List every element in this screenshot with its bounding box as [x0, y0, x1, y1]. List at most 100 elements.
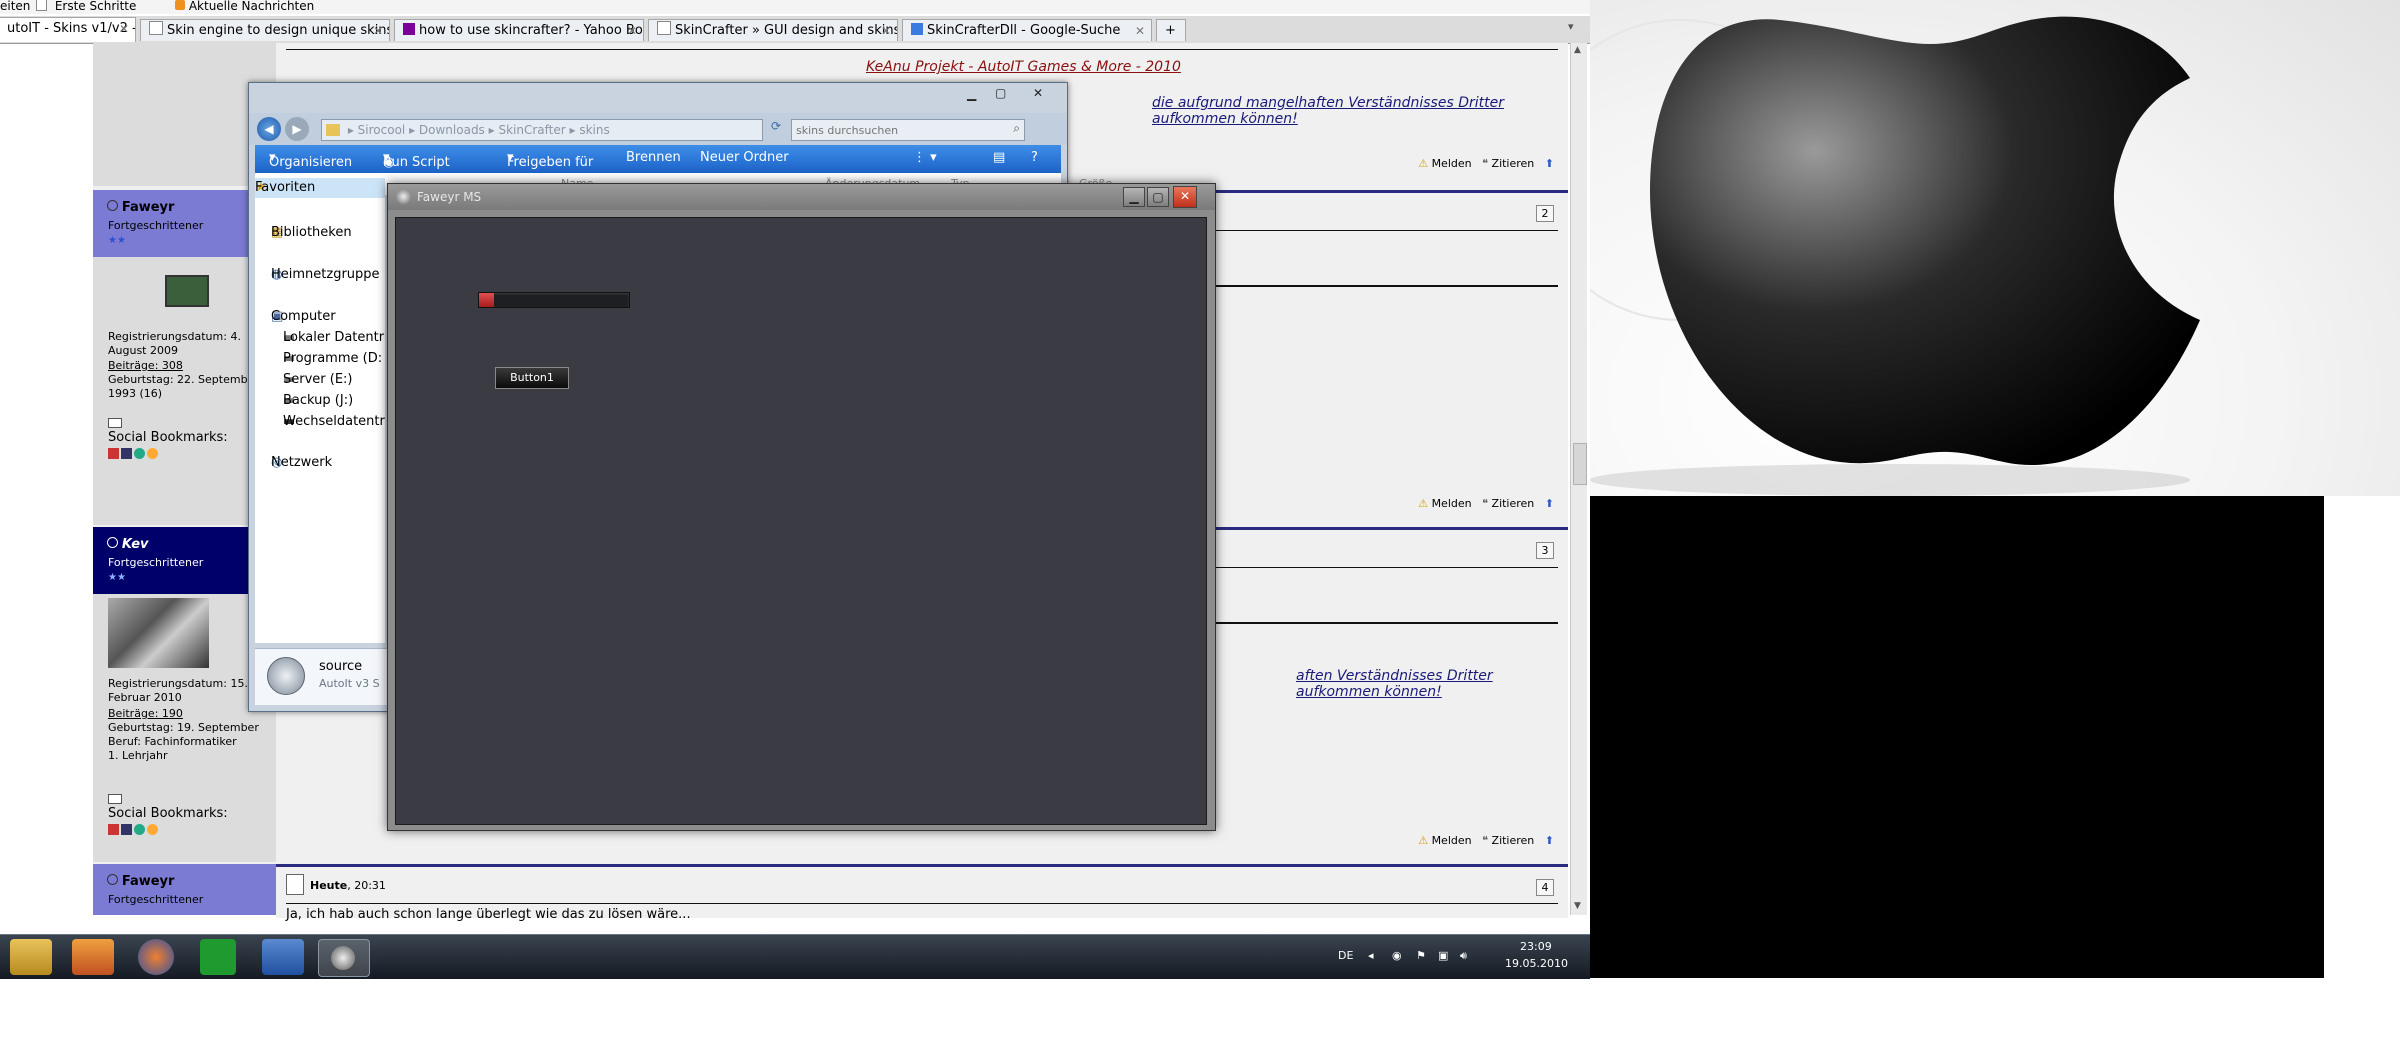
warning-icon: ⚠ — [1418, 157, 1429, 170]
view-options-icon[interactable]: ⋮ ▾ — [913, 150, 937, 165]
nav-favorites[interactable]: ★ Favoriten — [255, 178, 385, 198]
user-rank: Fortgeschrittener — [108, 219, 204, 232]
network-tray-icon[interactable]: ▣ — [1438, 949, 1448, 962]
social-bookmarks-icons[interactable] — [108, 824, 158, 838]
maximize-icon[interactable]: ▢ — [995, 86, 1006, 100]
user-name[interactable]: Faweyr — [107, 200, 174, 215]
quote-button[interactable]: Zitieren — [1492, 834, 1535, 847]
back-icon[interactable]: ◀ — [257, 117, 281, 141]
help-icon[interactable]: ? — [1031, 150, 1038, 165]
tab-list-arrow-icon[interactable]: ▾ — [1568, 20, 1584, 38]
close-icon[interactable]: ✕ — [1033, 86, 1043, 100]
search-box[interactable]: ⌕ — [791, 119, 1025, 141]
page-scrollbar[interactable]: ▲ ▼ — [1570, 43, 1587, 915]
mail-icon[interactable] — [108, 794, 122, 804]
breadcrumb-item[interactable]: Downloads — [419, 123, 485, 137]
post-count-link[interactable]: Beiträge: 190 — [108, 707, 183, 721]
report-button[interactable]: Melden — [1432, 834, 1472, 847]
flag-icon[interactable]: ⚑ — [1416, 949, 1426, 962]
social-bookmarks-icons[interactable] — [108, 448, 158, 462]
tab-autoit-skins[interactable]: utoIT - Skins v1/v2 - ...✕ — [0, 17, 136, 42]
media-player-icon[interactable] — [72, 939, 114, 975]
scroll-top-icon[interactable]: ⬆ — [1545, 497, 1554, 510]
firefox-icon[interactable] — [138, 939, 174, 975]
app-titlebar[interactable]: Faweyr MS ▁ ▢ ✕ — [388, 184, 1215, 210]
app-client-area: Button1 — [395, 217, 1207, 825]
breadcrumb-item[interactable]: SkinCrafter — [498, 123, 565, 137]
user-header: Faweyr Fortgeschrittener — [93, 864, 276, 915]
organize-button[interactable]: Organisieren ▾ — [269, 150, 352, 170]
project-link[interactable]: KeAnu Projekt - AutoIT Games & More - 20… — [866, 59, 1181, 75]
address-bar[interactable]: ▸ Sirocool ▸ Downloads ▸ SkinCrafter ▸ s… — [321, 119, 763, 141]
search-input[interactable] — [794, 121, 998, 139]
refresh-icon[interactable]: ⟳ — [766, 119, 786, 139]
user-name[interactable]: Faweyr — [107, 874, 174, 889]
breadcrumb: ▸ Sirocool ▸ Downloads ▸ SkinCrafter ▸ s… — [347, 123, 610, 137]
post-number[interactable]: 3 — [1536, 542, 1554, 559]
bookmark-item-first-steps[interactable]: Erste Schritte — [36, 0, 136, 13]
button1[interactable]: Button1 — [495, 367, 569, 389]
user-name[interactable]: Kev — [107, 537, 148, 552]
maximize-button[interactable]: ▢ — [1147, 187, 1169, 207]
preview-pane-icon[interactable]: ▤ — [993, 150, 1005, 165]
volume-icon[interactable]: 🔊︎ — [1460, 949, 1467, 963]
run-script-button[interactable]: ◉ Run Script ▾ — [383, 150, 450, 170]
scroll-top-icon[interactable]: ⬆ — [1545, 834, 1554, 847]
divider — [286, 903, 1558, 904]
post-number[interactable]: 4 — [1536, 879, 1554, 896]
clock-time[interactable]: 23:09 — [1520, 940, 1552, 953]
scroll-up-icon[interactable]: ▲ — [1574, 45, 1581, 55]
close-tab-icon[interactable]: ✕ — [627, 20, 637, 41]
desktop-background — [1590, 496, 2324, 978]
tab-skin-engine[interactable]: Skin engine to design unique skins... ✕ — [140, 19, 390, 41]
utorrent-icon[interactable] — [200, 939, 236, 975]
new-tab-button[interactable]: + — [1156, 19, 1186, 41]
mail-icon[interactable] — [108, 418, 122, 428]
minimize-icon: ▁ — [1129, 190, 1139, 204]
language-indicator[interactable]: DE — [1338, 949, 1353, 962]
tab-skincrafter[interactable]: SkinCrafter » GUI design and skins... ✕ — [648, 19, 898, 41]
post-count-link[interactable]: Beiträge: 308 — [108, 359, 183, 373]
new-folder-button[interactable]: Neuer Ordner — [700, 150, 789, 165]
report-button[interactable]: Melden — [1432, 497, 1472, 510]
quote-button[interactable]: Zitieren — [1492, 157, 1535, 170]
scroll-top-icon[interactable]: ⬆ — [1545, 157, 1554, 170]
report-button[interactable]: Melden — [1432, 157, 1472, 170]
maximize-icon: ▢ — [1152, 190, 1164, 204]
quote-button[interactable]: Zitieren — [1492, 497, 1535, 510]
post-number[interactable]: 2 — [1536, 205, 1554, 222]
close-tab-icon[interactable]: ✕ — [1135, 20, 1145, 41]
skinned-app-window: Faweyr MS ▁ ▢ ✕ Button1 — [387, 183, 1216, 831]
close-tab-icon[interactable]: ✕ — [881, 20, 891, 41]
autoit-taskbar-button[interactable] — [318, 939, 370, 977]
tab-yahoo[interactable]: how to use skincrafter? - Yahoo Bo... ✕ — [394, 19, 644, 41]
warning-icon: ⚠ — [1418, 834, 1429, 847]
share-button[interactable]: Freigeben für ▾ — [507, 150, 593, 170]
breadcrumb-item[interactable]: skins — [579, 123, 609, 137]
scroll-down-icon[interactable]: ▼ — [1574, 901, 1581, 911]
scroll-thumb[interactable] — [1573, 443, 1587, 485]
burn-button[interactable]: Brennen — [626, 150, 681, 165]
bookmark-item-news[interactable]: Aktuelle Nachrichten — [175, 0, 314, 13]
network-app-icon[interactable] — [262, 939, 304, 975]
close-button[interactable]: ✕ — [1173, 186, 1197, 208]
breadcrumb-item[interactable]: Sirocool — [358, 123, 406, 137]
forward-icon[interactable]: ▶ — [285, 117, 309, 141]
tab-google[interactable]: SkinCrafterDll - Google-Suche ✕ — [902, 19, 1152, 41]
tray-arrow-icon[interactable]: ◂ — [1368, 949, 1374, 962]
yahoo-icon — [403, 23, 415, 35]
search-icon[interactable]: ⌕ — [1013, 121, 1020, 136]
minimize-icon[interactable]: ▁ — [967, 87, 976, 101]
autoit-tray-icon[interactable]: ◉ — [1392, 949, 1402, 962]
close-tab-icon[interactable]: ✕ — [373, 20, 383, 41]
close-tab-icon[interactable]: ✕ — [119, 18, 129, 40]
browser-tab-bar: utoIT - Skins v1/v2 - ...✕ Skin engine t… — [0, 16, 1590, 44]
folder-icon — [326, 124, 340, 136]
minimize-button[interactable]: ▁ — [1123, 187, 1145, 207]
post-document-icon — [286, 874, 304, 895]
bookmark-item[interactable]: eiten — [0, 0, 30, 13]
birthday: Geburtstag: 22. September 1993 (16) — [108, 373, 259, 400]
online-status-icon — [107, 537, 118, 548]
clock-date[interactable]: 19.05.2010 — [1505, 957, 1568, 970]
explorer-folder-icon[interactable] — [10, 939, 52, 975]
